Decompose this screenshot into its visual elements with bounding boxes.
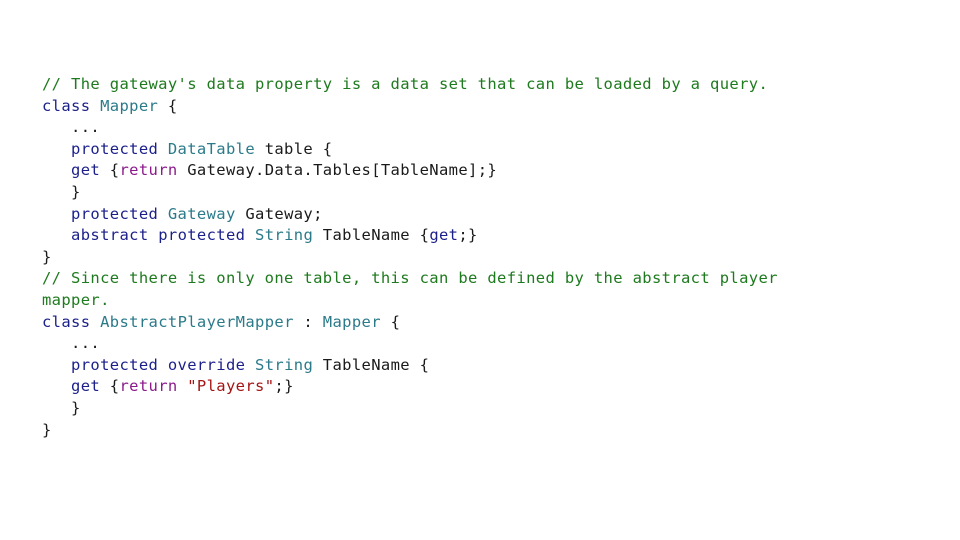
code-token-type: String — [255, 226, 314, 245]
code-token-plain: } — [42, 247, 52, 266]
code-token-keyword: protected — [71, 204, 159, 223]
code-token-keyword: class — [42, 96, 91, 115]
code-token-plain: } — [42, 398, 81, 417]
code-token-control: return — [119, 161, 178, 180]
code-line: mapper. — [42, 290, 778, 312]
code-token-plain: TableName { — [313, 226, 430, 245]
code-block: // The gateway's data property is a data… — [42, 74, 778, 441]
code-token-plain: Gateway.Data.Tables[TableName];} — [177, 161, 498, 180]
code-line: get {return "Players";} — [42, 376, 778, 398]
code-token-keyword: abstract — [71, 226, 149, 245]
code-token-plain: : — [293, 312, 323, 331]
code-token-keyword: get — [429, 226, 459, 245]
code-token-plain: { — [100, 377, 120, 396]
code-token-comment: // Since there is only one table, this c… — [42, 269, 778, 288]
code-line: } — [42, 182, 778, 204]
code-token-control: return — [119, 377, 178, 396]
code-token-type: DataTable — [167, 139, 256, 158]
code-line: protected override String TableName { — [42, 355, 778, 377]
code-token-keyword: override — [167, 355, 246, 374]
code-token-plain: ... — [42, 118, 101, 137]
code-token-comment: mapper. — [42, 290, 110, 309]
code-token-plain: ... — [42, 334, 101, 353]
code-line: protected DataTable table { — [42, 139, 778, 161]
code-token-plain: { — [100, 161, 120, 180]
code-line: // Since there is only one table, this c… — [42, 268, 778, 290]
code-line: // The gateway's data property is a data… — [42, 74, 778, 96]
code-line: ... — [42, 333, 778, 355]
code-token-keyword: get — [71, 377, 101, 396]
code-token-plain: ;} — [274, 377, 294, 396]
code-token-plain: } — [42, 182, 81, 201]
code-token-keyword: get — [71, 161, 101, 180]
code-token-plain: { — [158, 96, 178, 115]
code-line: class Mapper { — [42, 96, 778, 118]
code-line: } — [42, 398, 778, 420]
code-token-plain: } — [42, 420, 52, 439]
code-token-plain: ;} — [458, 226, 478, 245]
code-token-keyword: protected — [71, 355, 159, 374]
code-token-type: Gateway — [167, 204, 236, 223]
code-line: } — [42, 247, 778, 269]
code-token-plain: { — [380, 312, 401, 331]
code-line: class AbstractPlayerMapper : Mapper { — [42, 312, 778, 334]
code-token-comment: // The gateway's data property is a data… — [42, 75, 769, 93]
code-token-type: Mapper — [100, 96, 159, 115]
code-token-plain: TableName { — [313, 355, 430, 374]
code-token-keyword: protected — [71, 139, 159, 158]
code-token-type: AbstractPlayerMapper — [100, 312, 294, 331]
code-token-string: "Players" — [187, 377, 275, 396]
code-line: get {return Gateway.Data.Tables[TableNam… — [42, 160, 778, 182]
code-token-type: String — [255, 355, 314, 374]
code-token-plain: table { — [255, 139, 333, 158]
code-token-plain: Gateway; — [235, 204, 323, 223]
code-line: ... — [42, 117, 778, 139]
code-line: protected Gateway Gateway; — [42, 204, 778, 226]
code-line: } — [42, 420, 778, 442]
code-token-keyword: protected — [158, 226, 246, 245]
code-token-type: Mapper — [322, 312, 381, 331]
code-line: abstract protected String TableName {get… — [42, 225, 778, 247]
code-token-keyword: class — [42, 312, 91, 331]
